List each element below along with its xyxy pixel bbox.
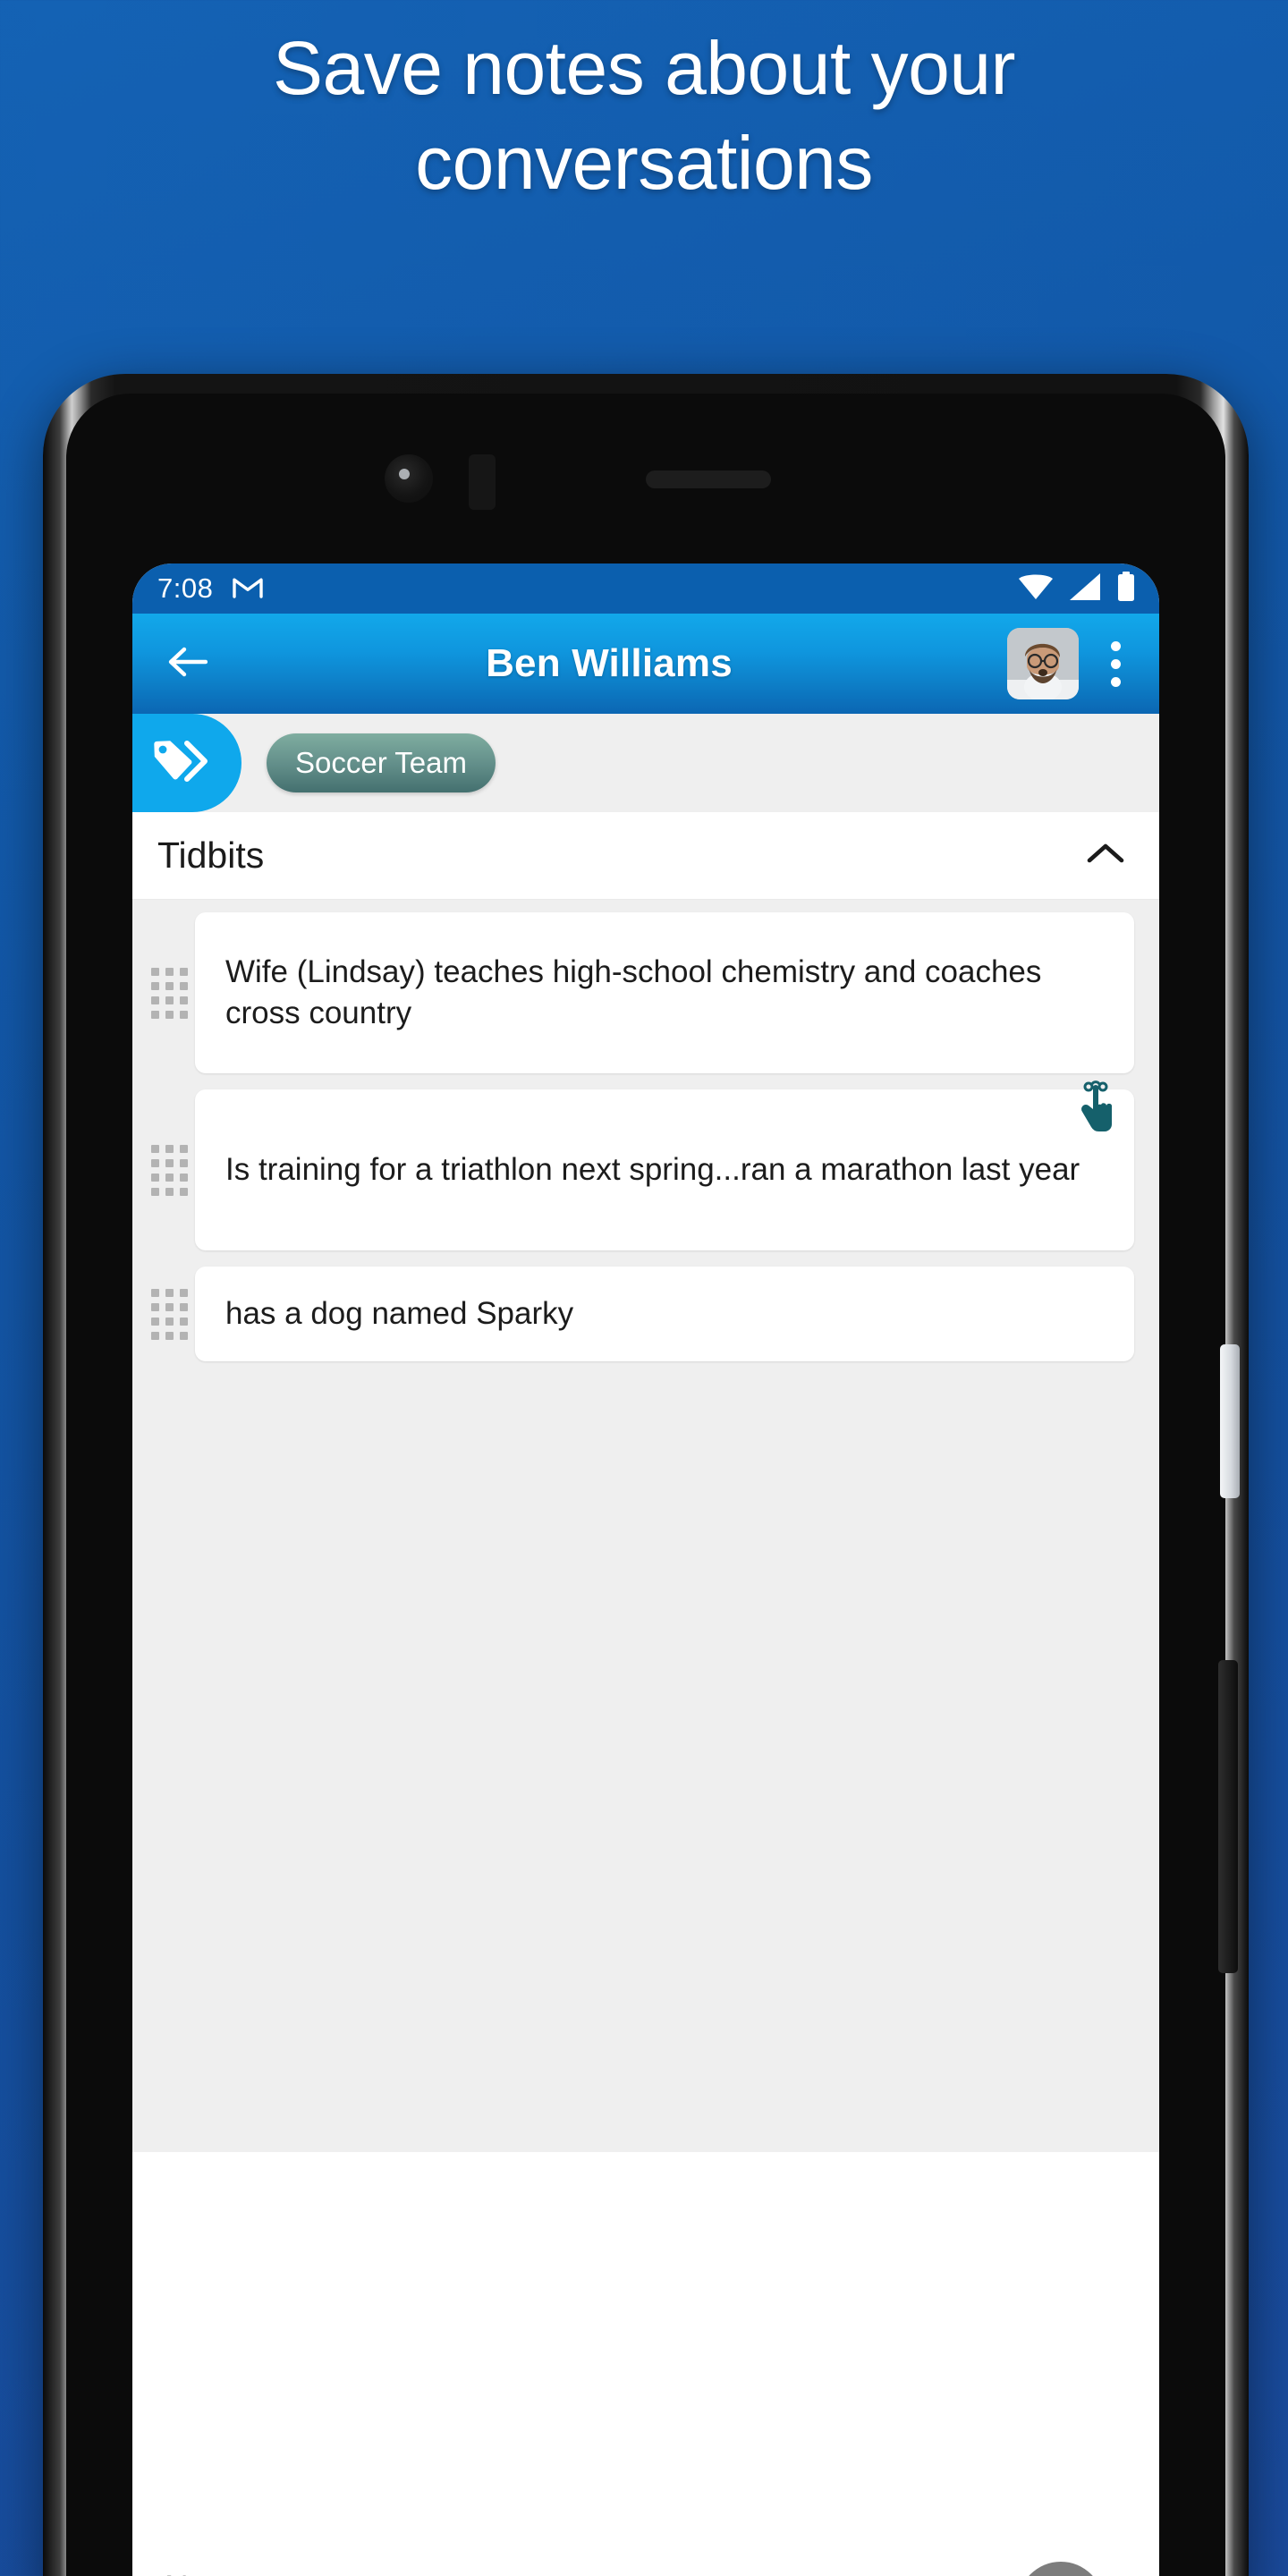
- drag-handle-icon[interactable]: [143, 1288, 195, 1340]
- overflow-dot-1: [1110, 640, 1121, 651]
- section-title: Tidbits: [157, 835, 265, 876]
- tidbits-list: Wife (Lindsay) teaches high-school chemi…: [132, 900, 1159, 2152]
- tag-badge-button[interactable]: [132, 714, 242, 812]
- list-item[interactable]: has a dog named Sparky: [132, 1267, 1159, 1361]
- phone-screen: 7:08 Ben Williams Soccer Team Tidbits Wi…: [132, 564, 1159, 2576]
- promo-line-2: conversations: [415, 121, 873, 205]
- status-bar: 7:08: [132, 564, 1159, 614]
- promo-line-1: Save notes about your: [272, 26, 1016, 110]
- pointing-hand-cursor: [1077, 1079, 1114, 1145]
- tag-row: Soccer Team: [132, 714, 1159, 812]
- earpiece-speaker-icon: [646, 470, 771, 488]
- cellular-signal-icon: [1068, 572, 1102, 606]
- avatar[interactable]: [1007, 628, 1079, 699]
- status-bar-left: 7:08: [157, 572, 264, 605]
- back-arrow-icon: [166, 644, 208, 684]
- list-item[interactable]: Wife (Lindsay) teaches high-school chemi…: [132, 912, 1159, 1073]
- tidbit-text: Wife (Lindsay) teaches high-school chemi…: [225, 953, 1042, 1030]
- tidbit-card[interactable]: Wife (Lindsay) teaches high-school chemi…: [195, 912, 1134, 1073]
- phone-device-frame: 7:08 Ben Williams Soccer Team Tidbits Wi…: [43, 374, 1249, 2576]
- drag-handle-icon[interactable]: [143, 1144, 195, 1196]
- wifi-icon: [1018, 572, 1054, 606]
- volume-rocker-button[interactable]: [1218, 1660, 1238, 1973]
- chevron-up-icon: [1086, 841, 1125, 870]
- overflow-dot-2: [1110, 658, 1121, 669]
- tidbits-section-header[interactable]: Tidbits: [132, 812, 1159, 900]
- proximity-sensor-icon: [469, 454, 496, 510]
- tag-chip-soccer-team[interactable]: Soccer Team: [267, 733, 496, 792]
- tidbit-text: Is training for a triathlon next spring.…: [225, 1151, 1080, 1187]
- overflow-menu-button[interactable]: [1088, 628, 1143, 699]
- gmail-icon: [233, 575, 264, 603]
- page-title: Ben Williams: [486, 641, 733, 685]
- list-item[interactable]: Is training for a triathlon next spring.…: [132, 1080, 1159, 1250]
- phone-bezel: 7:08 Ben Williams Soccer Team Tidbits Wi…: [66, 394, 1225, 2576]
- tidbit-card[interactable]: has a dog named Sparky: [195, 1267, 1134, 1361]
- collapse-toggle[interactable]: [1082, 833, 1129, 879]
- front-camera-icon: [385, 454, 433, 503]
- tidbit-text: has a dog named Sparky: [225, 1295, 574, 1331]
- battery-icon: [1116, 571, 1136, 606]
- status-bar-right: [1018, 571, 1136, 606]
- app-bar: Ben Williams: [132, 614, 1159, 714]
- note-input[interactable]: Note: [165, 2569, 1159, 2576]
- promo-headline: Save notes about your conversations: [0, 30, 1288, 200]
- tidbit-card[interactable]: Is training for a triathlon next spring.…: [195, 1080, 1134, 1250]
- back-button[interactable]: [154, 631, 220, 697]
- power-button[interactable]: [1220, 1344, 1240, 1498]
- tag-icon: [151, 738, 208, 789]
- drag-handle-icon[interactable]: [143, 967, 195, 1019]
- overflow-dot-3: [1110, 676, 1121, 687]
- note-input-bar: Note: [132, 2478, 1159, 2576]
- status-bar-clock: 7:08: [157, 572, 214, 604]
